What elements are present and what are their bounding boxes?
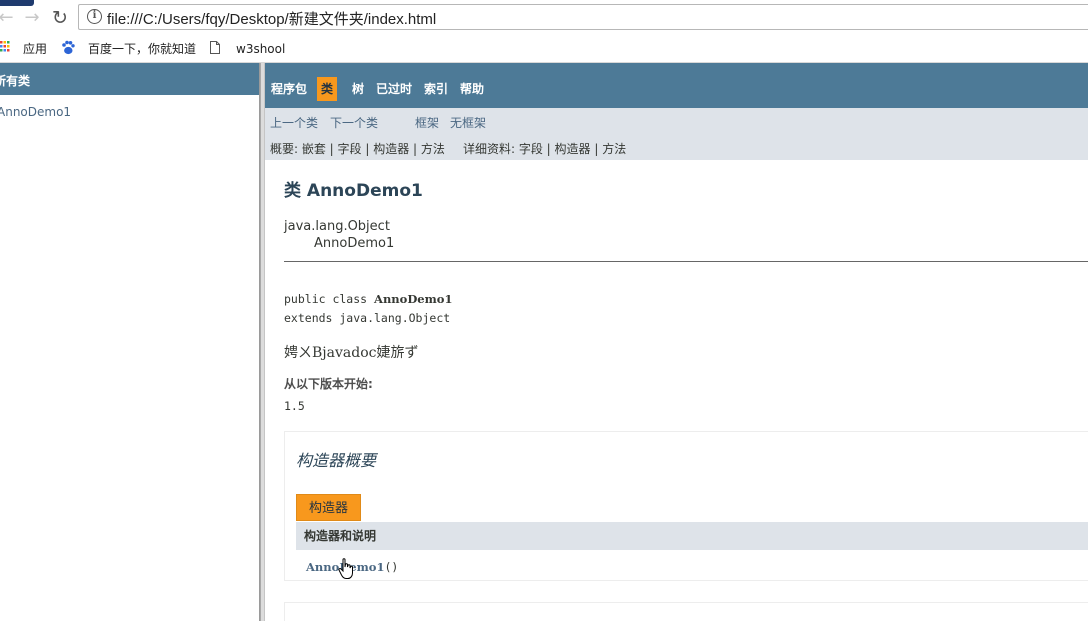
- back-arrow-icon[interactable]: ←: [0, 8, 16, 28]
- since-value: 1.5: [284, 399, 305, 413]
- apps-grid-icon: [0, 40, 10, 52]
- extends-clause: extends java.lang.Object: [284, 311, 451, 325]
- page-icon: [210, 41, 220, 54]
- no-frames-link[interactable]: 无框架: [450, 114, 486, 131]
- declaration-prefix: public class: [284, 292, 375, 306]
- prev-class-link[interactable]: 上一个类: [270, 114, 318, 131]
- nav-tree[interactable]: 树: [348, 77, 368, 101]
- inheritance-root: java.lang.Object: [284, 219, 390, 234]
- class-doc-frame: 程序包 类 树 已过时 索引 帮助 上一个类 下一个类 框架 无框架 概要: 嵌…: [265, 63, 1088, 621]
- summary-links[interactable]: 概要: 嵌套 | 字段 | 构造器 | 方法: [270, 140, 445, 157]
- bookmark-w3shool[interactable]: w3shool: [236, 40, 285, 58]
- table-row: AnnoDemo1(): [296, 550, 1088, 580]
- since-label: 从以下版本开始:: [284, 377, 373, 391]
- nav-help[interactable]: 帮助: [456, 77, 488, 101]
- class-description: 娉ㄨВjavadoc婕旂ず: [284, 345, 419, 361]
- inheritance-class: AnnoDemo1: [314, 236, 395, 251]
- tab-strip-fragment: [0, 0, 34, 6]
- all-classes-title: 所有类: [0, 74, 31, 88]
- page-title: 类 AnnoDemo1: [284, 181, 423, 201]
- sub-navbar: 上一个类 下一个类 框架 无框架 概要: 嵌套 | 字段 | 构造器 | 方法 …: [265, 108, 1088, 160]
- summary-title: 构造器概要: [296, 451, 377, 470]
- nav-class[interactable]: 类: [317, 77, 338, 101]
- all-classes-frame: 所有类 AnnoDemo1: [0, 63, 260, 621]
- constructor-summary: 构造器概要 构造器 构造器和说明 AnnoDemo1(): [284, 431, 1088, 581]
- table-header: 构造器和说明: [296, 522, 1088, 550]
- class-declaration: public class AnnoDemo1: [284, 292, 452, 306]
- address-bar[interactable]: i file:///C:/Users/fqy/Desktop/新建文件夹/ind…: [78, 4, 1088, 30]
- nav-deprecated[interactable]: 已过时: [372, 77, 416, 101]
- declaration-name: AnnoDemo1: [374, 292, 453, 306]
- paw-icon: [61, 40, 75, 56]
- hand-cursor-icon: [338, 558, 354, 580]
- frames-link[interactable]: 框架: [415, 114, 439, 131]
- constructor-tab[interactable]: 构造器: [296, 494, 362, 521]
- next-class-link[interactable]: 下一个类: [330, 114, 378, 131]
- url-text[interactable]: file:///C:/Users/fqy/Desktop/新建文件夹/index…: [107, 8, 436, 29]
- bookmark-baidu[interactable]: 百度一下，你就知道: [88, 40, 196, 58]
- reload-icon[interactable]: ↻: [50, 8, 70, 28]
- constructor-params: (): [384, 560, 399, 574]
- bookmark-apps[interactable]: 应用: [23, 40, 47, 58]
- nav-package[interactable]: 程序包: [267, 77, 311, 101]
- all-classes-header: 所有类: [0, 63, 259, 95]
- top-navbar: 程序包 类 树 已过时 索引 帮助: [265, 63, 1088, 108]
- forward-arrow-icon[interactable]: →: [22, 8, 42, 28]
- bookmarks-bar: 应用 百度一下，你就知道 w3shool: [0, 36, 1088, 63]
- class-list-item[interactable]: AnnoDemo1: [0, 105, 71, 119]
- browser-toolbar: ← → ↻ i file:///C:/Users/fqy/Desktop/新建文…: [0, 0, 1088, 36]
- detail-links[interactable]: 详细资料: 字段 | 构造器 | 方法: [463, 140, 626, 157]
- next-section-box: [284, 602, 1088, 621]
- nav-index[interactable]: 索引: [420, 77, 452, 101]
- divider: [284, 261, 1088, 262]
- info-icon[interactable]: i: [87, 9, 102, 24]
